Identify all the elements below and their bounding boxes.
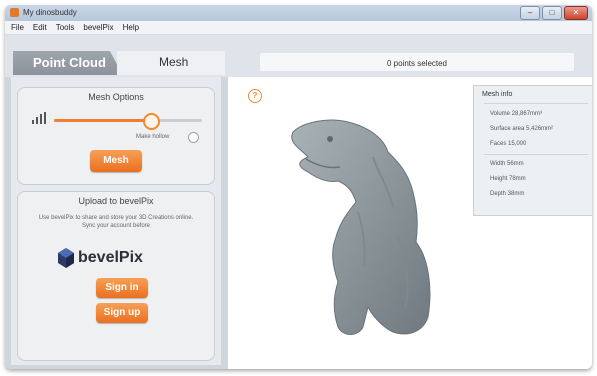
help-icon[interactable]: ? [248, 89, 262, 103]
upload-title: Upload to bevelPix [78, 196, 154, 206]
hollow-checkbox[interactable] [188, 132, 199, 143]
tab-point-cloud[interactable]: Point Cloud [13, 51, 123, 75]
mesh-detail-slider[interactable] [54, 113, 202, 130]
mesh-info-header[interactable]: Mesh info [482, 91, 512, 98]
menu-file[interactable]: File [11, 21, 24, 34]
bevelpix-logo: bevelPix [58, 248, 178, 270]
slider-fill [54, 119, 151, 122]
divider [484, 154, 588, 155]
mesh-depth: Depth 38mm [490, 191, 525, 197]
window-controls: – □ ✕ [520, 6, 588, 20]
close-button[interactable]: ✕ [564, 6, 588, 20]
sign-up-button[interactable]: Sign up [96, 303, 148, 323]
mesh-width: Width 56mm [490, 161, 524, 167]
bevelpix-logo-icon [58, 248, 74, 268]
sidebar: Mesh Options Make hollow Mesh Upload to … [11, 77, 221, 365]
menu-bar: File Edit Tools bevelPix Help [5, 21, 592, 35]
selection-status: 0 points selected [260, 53, 574, 71]
mesh-button[interactable]: Mesh [90, 150, 142, 172]
bevelpix-logo-text: bevelPix [78, 249, 143, 266]
sign-in-button[interactable]: Sign in [96, 278, 148, 298]
menu-bevelpix[interactable]: bevelPix [83, 21, 113, 34]
mesh-options-title: Mesh Options [88, 92, 144, 102]
tab-point-cloud-label: Point Cloud [33, 55, 106, 70]
menu-edit[interactable]: Edit [33, 21, 47, 34]
menu-tools[interactable]: Tools [56, 21, 75, 34]
mesh-surface-area: Surface area 5,426mm² [490, 126, 554, 132]
tab-mesh[interactable]: Mesh [117, 51, 225, 75]
selection-status-text: 0 points selected [386, 59, 448, 68]
mesh-options-panel: Mesh Options Make hollow Mesh [17, 87, 215, 185]
mesh-info-panel: Mesh info Volume 28,867mm³ Surface area … [473, 85, 592, 216]
3d-viewport[interactable]: ? Mesh info Volume 28,867mm³ Surface are… [228, 77, 592, 369]
upload-panel: Upload to bevelPix Use bevelPix to share… [17, 191, 215, 361]
mesh-faces: Faces 15,000 [490, 141, 527, 147]
app-window: My dinosbuddy – □ ✕ File Edit Tools beve… [5, 5, 592, 369]
menu-help[interactable]: Help [123, 21, 139, 34]
dinosaur-model [291, 119, 431, 335]
density-bars-icon [32, 112, 46, 124]
maximize-button[interactable]: □ [542, 6, 562, 20]
tab-mesh-label: Mesh [159, 55, 189, 69]
app-icon [10, 8, 19, 17]
minimize-button[interactable]: – [520, 6, 540, 20]
upload-description: Use bevelPix to share and store your 3D … [38, 215, 194, 229]
tab-row: Point Cloud Mesh 0 points selected [5, 35, 592, 77]
hollow-checkbox-label: Make hollow [136, 134, 170, 140]
title-bar: My dinosbuddy – □ ✕ [5, 5, 592, 21]
mesh-volume: Volume 28,867mm³ [490, 111, 543, 117]
window-title: My dinosbuddy [23, 8, 77, 17]
slider-thumb[interactable] [143, 113, 161, 130]
mesh-height: Height 78mm [490, 176, 526, 182]
divider [484, 103, 588, 104]
